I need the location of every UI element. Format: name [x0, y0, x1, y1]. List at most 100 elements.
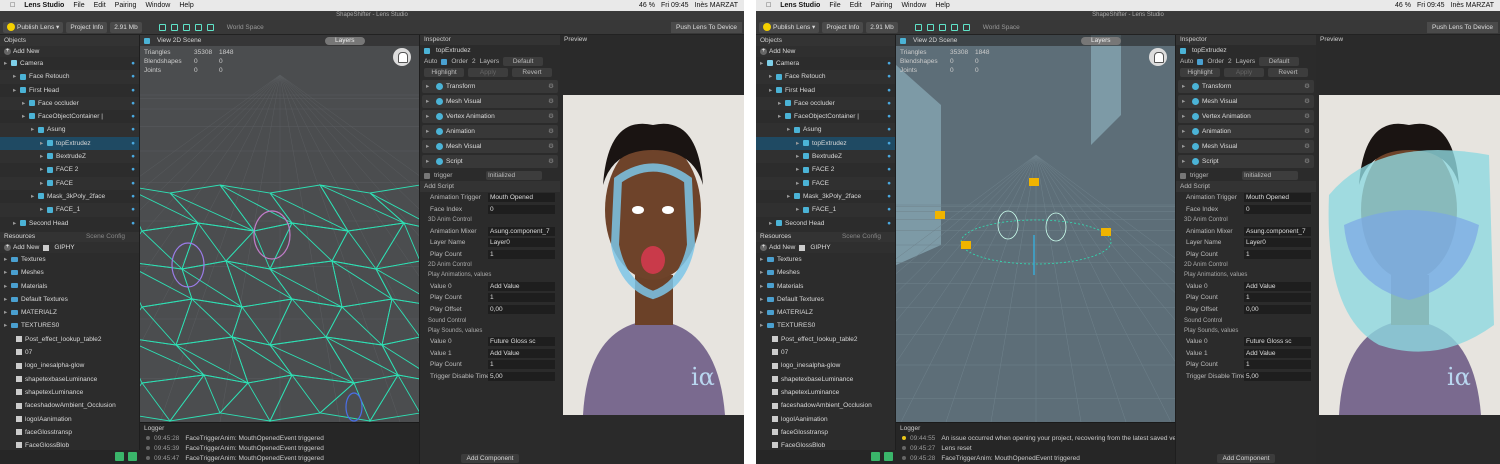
pivot-tool-icon[interactable] [962, 23, 970, 31]
resource-item[interactable]: logo_inesalpha-glow [0, 359, 139, 372]
property-value[interactable]: 1 [1244, 360, 1311, 370]
layers-dropdown[interactable]: Layers [1081, 37, 1121, 45]
property-value[interactable]: Asung.component_7 [488, 226, 555, 236]
menu-edit[interactable]: Edit [94, 2, 106, 9]
push-lens-button[interactable]: Push Lens To Device [671, 21, 742, 33]
tab-resources[interactable]: Resources [756, 232, 795, 242]
expand-arrow-icon[interactable]: ▸ [1182, 140, 1189, 153]
expand-arrow-icon[interactable]: ▸ [1182, 95, 1189, 108]
expand-arrow-icon[interactable]: ▸ [40, 150, 47, 163]
visibility-icon[interactable]: ● [131, 84, 135, 97]
object-row[interactable]: ▸ Face Retouch ● [756, 70, 895, 84]
visibility-icon[interactable]: ● [887, 97, 891, 110]
property-value[interactable]: 5,00 [1244, 371, 1311, 381]
expand-arrow-icon[interactable]: ▸ [426, 125, 433, 138]
layers-dropdown[interactable]: Layers [325, 37, 365, 45]
object-row[interactable]: ▸ FACE_1 ● [0, 203, 139, 217]
order-value[interactable]: 2 [472, 58, 476, 65]
component-header[interactable]: ▸ Mesh Visual ⚙ [422, 95, 558, 108]
property-value[interactable]: Layer0 [488, 238, 555, 248]
gear-icon[interactable]: ⚙ [1304, 125, 1310, 138]
gear-icon[interactable]: ⚙ [548, 80, 554, 93]
property-section[interactable]: Play Animations, values [1176, 270, 1316, 280]
view-2d-scene-toggle[interactable]: View 2D Scene [157, 37, 201, 44]
menu-pairing[interactable]: Pairing [871, 2, 893, 9]
expand-arrow-icon[interactable]: ▸ [4, 319, 11, 332]
expand-arrow-icon[interactable]: ▸ [4, 306, 11, 319]
visibility-icon[interactable]: ● [131, 190, 135, 203]
resource-item[interactable]: Post_effect_lookup_table2 [756, 333, 895, 346]
component-header[interactable]: ▸ Mesh Visual ⚙ [1178, 95, 1314, 108]
scale-tool-icon[interactable] [938, 23, 946, 31]
object-row[interactable]: ▸ Mask_3kPoly_2face ● [756, 190, 895, 203]
visibility-icon[interactable]: ● [131, 137, 135, 150]
add-component-button[interactable]: Add Component [420, 454, 560, 463]
resource-item[interactable]: ▸ Materials [0, 280, 139, 293]
giphy-button[interactable]: GIPHY [43, 244, 75, 251]
add-icon[interactable] [871, 452, 880, 461]
object-row[interactable]: ▸ topExtrudez ● [0, 136, 139, 151]
component-header[interactable]: ▸ Vertex Animation ⚙ [1178, 110, 1314, 123]
expand-arrow-icon[interactable]: ▸ [796, 163, 803, 176]
property-section[interactable]: 2D Anim Control [420, 260, 560, 270]
expand-arrow-icon[interactable]: ▸ [787, 123, 794, 136]
resource-item[interactable]: faceshadowAmbient_Occlusion [0, 399, 139, 412]
component-header[interactable]: ▸ Mesh Visual ⚙ [422, 140, 558, 153]
script-name[interactable]: trigger [1190, 172, 1238, 179]
resource-item[interactable]: ▸ Textures [756, 253, 895, 266]
gear-icon[interactable]: ⚙ [1304, 140, 1310, 153]
script-name[interactable]: trigger [434, 172, 482, 179]
publish-lens-button[interactable]: Publish Lens ▾ [759, 21, 820, 33]
menu-edit[interactable]: Edit [850, 2, 862, 9]
visibility-icon[interactable]: ● [131, 97, 135, 110]
object-row[interactable]: ▸ topExtrudez ● [756, 136, 895, 151]
expand-arrow-icon[interactable]: ▸ [13, 84, 20, 97]
component-header[interactable]: ▸ Transform ⚙ [1178, 80, 1314, 93]
visibility-icon[interactable]: ● [131, 57, 135, 70]
resource-item[interactable]: ▸ Meshes [756, 266, 895, 279]
expand-arrow-icon[interactable]: ▸ [40, 137, 47, 150]
property-value[interactable]: 5,00 [488, 371, 555, 381]
world-space-toggle[interactable]: World Space [983, 24, 1020, 31]
add-script-button[interactable]: Add Script [420, 181, 560, 192]
visibility-icon[interactable]: ● [887, 203, 891, 216]
expand-arrow-icon[interactable]: ▸ [4, 253, 11, 266]
expand-arrow-icon[interactable]: ▸ [796, 137, 803, 150]
revert-button[interactable]: Revert [1268, 68, 1308, 77]
property-value[interactable]: Future Gloss sc [488, 336, 555, 346]
property-value[interactable]: Layer0 [1244, 238, 1311, 248]
component-header[interactable]: ▸ Script ⚙ [1178, 155, 1314, 168]
gear-icon[interactable]: ⚙ [1304, 155, 1310, 168]
object-row[interactable]: ▸ FACE 2 ● [756, 163, 895, 176]
layers-default-dropdown[interactable]: Default [1259, 57, 1300, 66]
object-row[interactable]: ▸ FACE 2 ● [0, 163, 139, 176]
object-row[interactable]: ▸ Second Head ● [756, 217, 895, 230]
visibility-icon[interactable]: ● [131, 123, 135, 136]
highlight-button[interactable]: Highlight [424, 68, 464, 77]
gear-icon[interactable]: ⚙ [1304, 95, 1310, 108]
pivot-tool-icon[interactable] [206, 23, 214, 31]
add-component-button[interactable]: Add Component [1176, 454, 1316, 463]
expand-arrow-icon[interactable]: ▸ [426, 80, 433, 93]
project-info-button[interactable]: Project Info [822, 21, 864, 33]
property-value[interactable]: Asung.component_7 [1244, 226, 1311, 236]
property-value[interactable]: Add Value [1244, 281, 1311, 291]
object-row[interactable]: ▸ Face occluder ● [0, 96, 139, 111]
add-script-button[interactable]: Add Script [1176, 181, 1316, 192]
expand-arrow-icon[interactable]: ▸ [760, 57, 767, 70]
add-icon[interactable] [115, 452, 124, 461]
gear-icon[interactable]: ⚙ [548, 95, 554, 108]
object-row[interactable]: ▸ Asung ● [756, 123, 895, 137]
visibility-icon[interactable]: ● [131, 70, 135, 83]
resource-item[interactable]: shapetexLuminance [756, 386, 895, 399]
user-name[interactable]: Inès MARZAT [1451, 2, 1494, 9]
property-value[interactable]: Mouth Opened [488, 193, 555, 203]
resource-item[interactable]: ▸ MATERIALZ [0, 306, 139, 319]
expand-arrow-icon[interactable]: ▸ [22, 110, 29, 123]
grid-icon[interactable] [884, 452, 893, 461]
object-row[interactable]: ▸ Camera ● [0, 57, 139, 70]
expand-arrow-icon[interactable]: ▸ [426, 155, 433, 168]
scene-grid-canvas[interactable] [896, 35, 1175, 422]
script-state[interactable]: Initialized [1242, 171, 1298, 180]
object-row[interactable]: ▸ Face occluder ● [756, 96, 895, 111]
